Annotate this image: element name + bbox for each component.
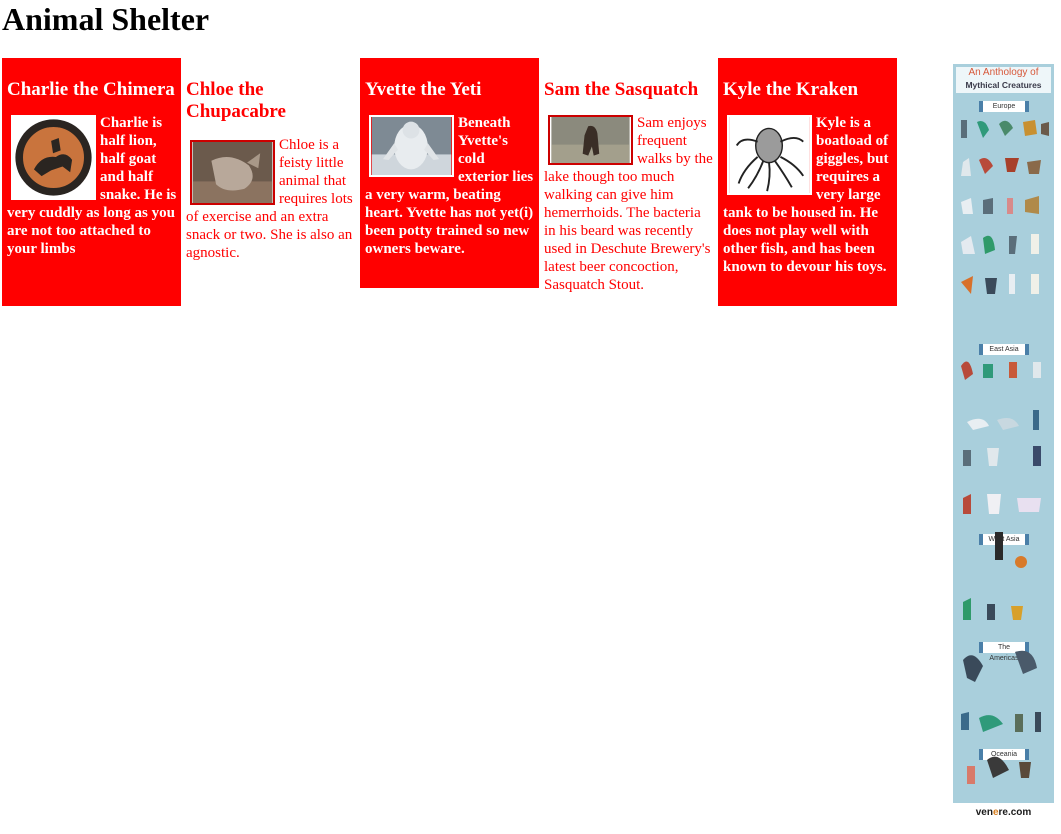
card-title: Chloe the Chupacabre xyxy=(186,79,286,122)
card-description: Beneath Yvette's cold exterior lies a ve… xyxy=(365,115,534,257)
card-yvette-yeti: Yvette the Yeti Beneath Yvette's cold ex… xyxy=(360,58,539,288)
chimera-vase-icon xyxy=(11,115,96,200)
creatures-illustration-icon xyxy=(961,120,1049,784)
card-title: Charlie the Chimera xyxy=(7,79,175,100)
kraken-drawing-icon xyxy=(727,115,812,195)
page-title: Animal Shelter xyxy=(2,1,210,37)
card-chloe-chupacabre: Chloe the Chupacabre Chloe is a feisty l… xyxy=(181,58,360,306)
section-europe: Europe xyxy=(979,101,1029,112)
infographic-title: An Anthology of Mythical Creatures xyxy=(956,67,1051,93)
card-description: Kyle is a boatload of giggles, but requi… xyxy=(723,115,889,275)
card-description: Chloe is a feisty little animal that req… xyxy=(186,137,353,261)
yeti-photo-icon xyxy=(369,115,454,177)
infographic-footer-logo[interactable]: venere.com xyxy=(953,803,1054,823)
card-sam-sasquatch: Sam the Sasquatch Sam enjoys frequent wa… xyxy=(539,58,718,348)
card-title: Yvette the Yeti xyxy=(365,79,482,100)
card-description: Sam enjoys frequent walks by the lake th… xyxy=(544,115,713,293)
card-title: Kyle the Kraken xyxy=(723,79,859,100)
card-kyle-kraken: Kyle the Kraken Kyle is a boatload of gi… xyxy=(718,58,897,306)
sasquatch-photo-icon xyxy=(548,115,633,165)
card-charlie-chimera: Charlie the Chimera Charlie is half lion… xyxy=(2,58,181,306)
card-title: Sam the Sasquatch xyxy=(544,79,699,100)
card-description: Charlie is half lion, half goat and half… xyxy=(7,115,177,257)
mythical-creatures-infographic[interactable]: An Anthology of Mythical Creatures Europ… xyxy=(953,64,1054,823)
chupacabra-photo-icon xyxy=(190,140,275,205)
